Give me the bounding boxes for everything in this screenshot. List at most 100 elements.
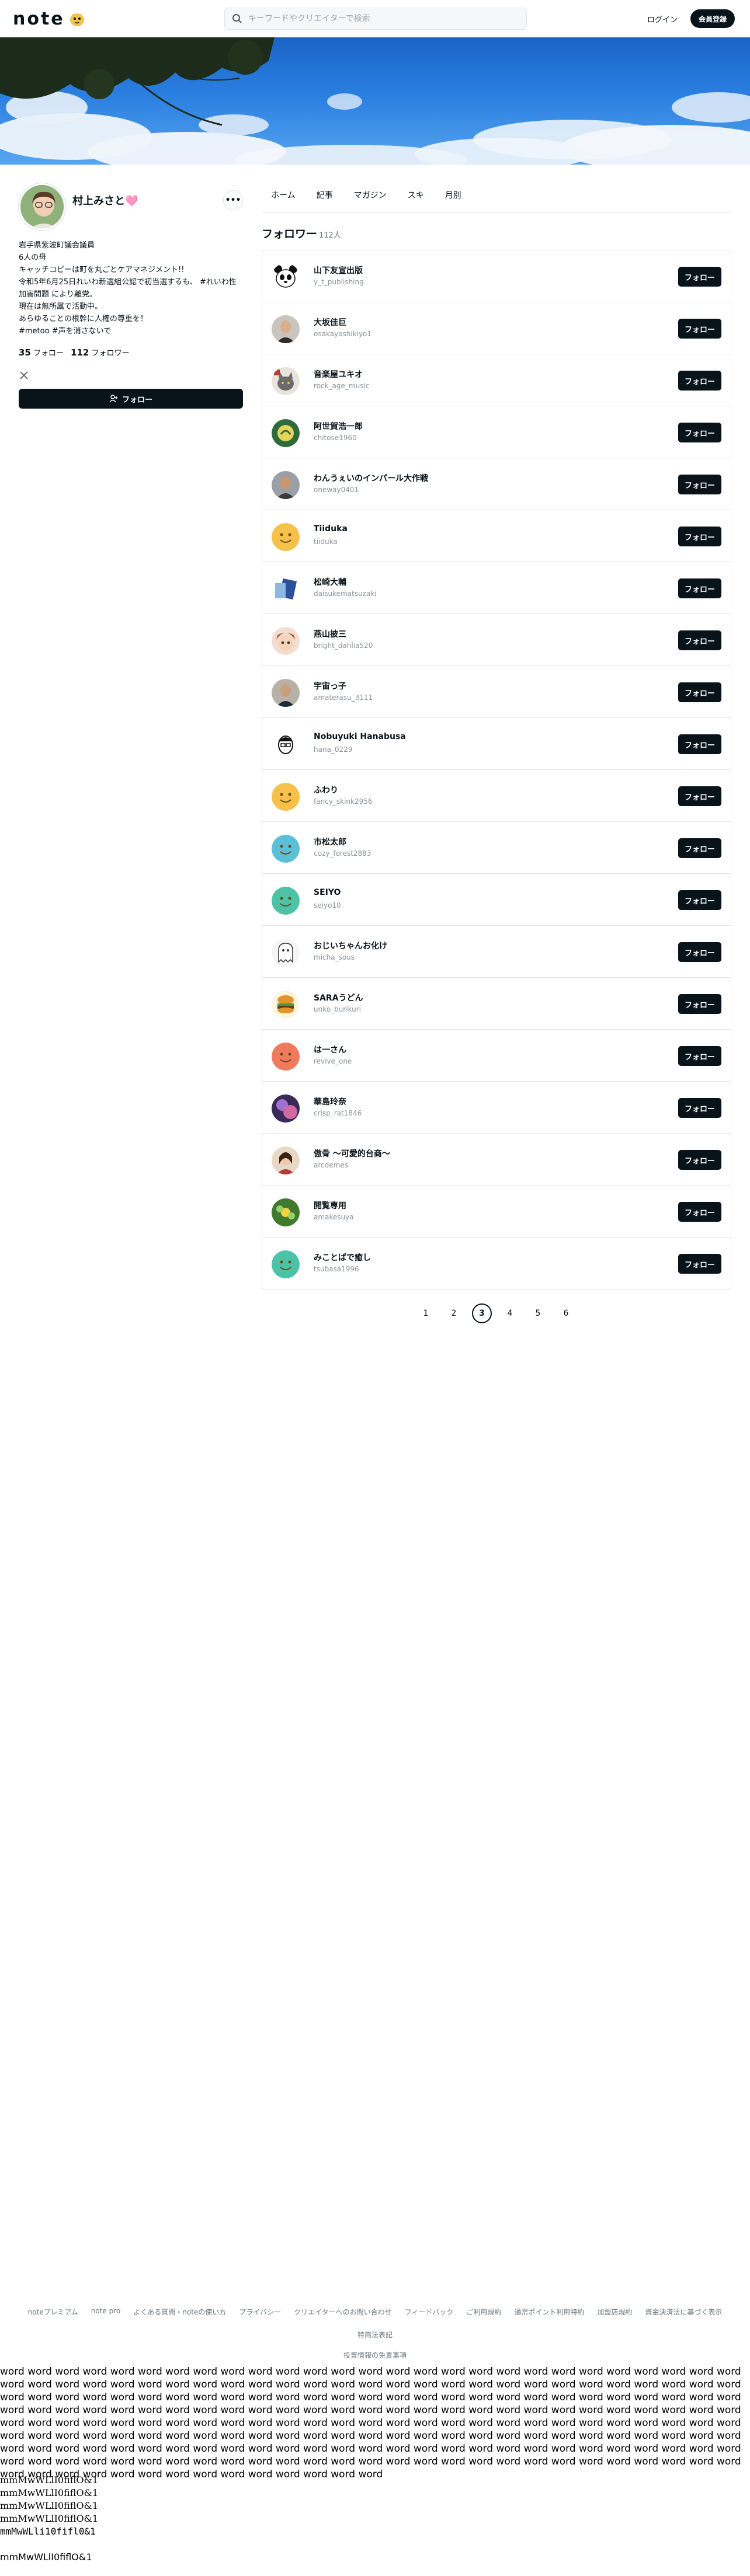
search-input[interactable] (248, 14, 505, 23)
page-link[interactable]: 4 (500, 1303, 520, 1323)
follower-row[interactable]: SARAうどん unko_burikuri フォロー (262, 978, 731, 1030)
follower-avatar[interactable] (272, 1250, 300, 1278)
follower-name[interactable]: Tiiduka (314, 524, 348, 534)
footer-link[interactable]: 通常ポイント利用特約 (514, 2307, 584, 2317)
follow-button[interactable]: フォロー (678, 1254, 721, 1274)
follower-row[interactable]: SEIYO seiyo10 フォロー (262, 874, 731, 926)
follower-avatar[interactable] (272, 471, 300, 499)
follower-avatar[interactable] (272, 419, 300, 447)
footer-link[interactable]: プライバシー (239, 2307, 281, 2317)
follower-row[interactable]: ふわり fancy_skink2956 フォロー (262, 770, 731, 822)
follower-avatar[interactable] (272, 1043, 300, 1071)
follower-name[interactable]: ふわり (314, 784, 338, 796)
follower-avatar[interactable] (272, 939, 300, 967)
follower-name[interactable]: みことばで癒し (314, 1252, 371, 1263)
follower-name[interactable]: 宇宙っ子 (314, 680, 346, 692)
follower-name[interactable]: Nobuyuki Hanabusa (314, 732, 406, 741)
follower-name[interactable]: 山下友宣出版 (314, 264, 363, 276)
follow-button[interactable]: フォロー (678, 682, 721, 702)
page-link[interactable]: 2 (444, 1303, 464, 1323)
tab-home[interactable]: ホーム (262, 183, 307, 212)
page-link[interactable]: 5 (528, 1303, 548, 1323)
follower-avatar[interactable] (272, 315, 300, 343)
follower-row[interactable]: は一さん revive_one フォロー (262, 1030, 731, 1082)
follower-avatar[interactable] (272, 731, 300, 759)
follower-row[interactable]: みことばで癒し tsubasa1996 フォロー (262, 1238, 731, 1289)
follower-row[interactable]: 山下友宣出版 y_t_publishing フォロー (262, 250, 731, 302)
follower-avatar[interactable] (272, 1146, 300, 1174)
follow-button[interactable]: フォロー (678, 1046, 721, 1066)
follower-row[interactable]: 市松太郎 cozy_forest2883 フォロー (262, 822, 731, 874)
follower-name[interactable]: 燕山披三 (314, 628, 346, 640)
tab-likes[interactable]: スキ (398, 183, 436, 212)
follower-row[interactable]: わんうぇいのインパール大作戦 oneway0401 フォロー (262, 458, 731, 510)
footer-link[interactable]: 特商法表記 (357, 2330, 393, 2340)
follow-button[interactable]: フォロー (678, 1150, 721, 1170)
follower-row[interactable]: 松崎大輔 daisukematsuzaki フォロー (262, 562, 731, 614)
follower-avatar[interactable] (272, 367, 300, 395)
follower-avatar[interactable] (272, 783, 300, 811)
follower-row[interactable]: 大坂佳巨 osakayoshikiyo1 フォロー (262, 302, 731, 354)
follower-row[interactable]: 音楽屋ユキオ rock_age_music フォロー (262, 354, 731, 406)
footer-link[interactable]: 投資情報の免責事項 (0, 2350, 750, 2360)
follow-button[interactable]: フォロー (678, 423, 721, 442)
x-social-icon[interactable] (20, 371, 28, 379)
follow-button[interactable]: フォロー (678, 578, 721, 598)
follow-button[interactable]: フォロー (678, 319, 721, 339)
follow-button[interactable]: フォロー (678, 942, 721, 962)
follower-row[interactable]: Tiiduka tiiduka フォロー (262, 510, 731, 562)
followers-link[interactable]: 112 フォロワー (71, 347, 129, 358)
more-options-button[interactable]: ••• (223, 190, 243, 210)
follow-button[interactable]: フォロー (678, 527, 721, 546)
follow-button[interactable]: フォロー (678, 1202, 721, 1222)
follower-row[interactable]: 閲覧専用 amakesuya フォロー (262, 1186, 731, 1238)
follower-avatar[interactable] (272, 523, 300, 551)
follower-name[interactable]: 大坂佳巨 (314, 316, 346, 328)
follower-avatar[interactable] (272, 679, 300, 707)
follow-button[interactable]: フォロー (678, 630, 721, 650)
follower-avatar[interactable] (272, 627, 300, 655)
footer-link[interactable]: よくある質問・noteの使い方 (133, 2307, 226, 2317)
follower-row[interactable]: 傲骨 ～可愛的台商～ arcdemes フォロー (262, 1134, 731, 1186)
follower-row[interactable]: 華島玲奈 crisp_rat1846 フォロー (262, 1082, 731, 1134)
tab-monthly[interactable]: 月別 (436, 183, 473, 212)
follower-name[interactable]: は一さん (314, 1044, 346, 1055)
follower-name[interactable]: SEIYO (314, 888, 341, 897)
follower-avatar[interactable] (272, 1198, 300, 1226)
footer-link[interactable]: note pro (91, 2307, 120, 2317)
search-box[interactable] (224, 8, 527, 30)
page-link[interactable]: 6 (556, 1303, 576, 1323)
follower-name[interactable]: 阿世賀浩一郎 (314, 420, 363, 432)
follower-name[interactable]: SARAうどん (314, 992, 363, 1003)
tab-magazine[interactable]: マガジン (345, 183, 398, 212)
footer-link[interactable]: フィードバック (405, 2307, 454, 2317)
page-link[interactable]: 3 (472, 1303, 492, 1323)
follower-avatar[interactable] (272, 887, 300, 915)
footer-link[interactable]: クリエイターへのお問い合わせ (294, 2307, 392, 2317)
page-link[interactable]: 1 (416, 1303, 436, 1323)
follower-name[interactable]: 傲骨 ～可愛的台商～ (314, 1148, 390, 1159)
follower-row[interactable]: 阿世賀浩一郎 chitose1960 フォロー (262, 406, 731, 458)
follower-name[interactable]: 華島玲奈 (314, 1096, 346, 1107)
follow-button[interactable]: フォロー (678, 734, 721, 754)
follower-row[interactable]: 燕山披三 bright_dahlia520 フォロー (262, 614, 731, 666)
follow-button[interactable]: フォロー (678, 838, 721, 858)
profile-follow-button[interactable]: フォロー (19, 389, 243, 409)
follower-name[interactable]: 音楽屋ユキオ (314, 368, 363, 380)
footer-link[interactable]: noteプレミアム (28, 2307, 78, 2317)
follow-button[interactable]: フォロー (678, 890, 721, 910)
follower-name[interactable]: おじいちゃんお化け (314, 940, 387, 951)
follow-button[interactable]: フォロー (678, 1098, 721, 1118)
follower-row[interactable]: Nobuyuki Hanabusa hana_0229 フォロー (262, 718, 731, 770)
follower-avatar[interactable] (272, 1094, 300, 1123)
follower-name[interactable]: わんうぇいのインパール大作戦 (314, 472, 428, 484)
note-logo[interactable]: note (13, 9, 86, 29)
follow-button[interactable]: フォロー (678, 267, 721, 287)
follower-avatar[interactable] (272, 575, 300, 603)
follower-name[interactable]: 松崎大輔 (314, 576, 346, 588)
footer-link[interactable]: ご利用規約 (466, 2307, 501, 2317)
footer-link[interactable]: 資金決済法に基づく表示 (645, 2307, 722, 2317)
follow-button[interactable]: フォロー (678, 371, 721, 391)
footer-link[interactable]: 加盟店規約 (597, 2307, 632, 2317)
login-button[interactable]: ログイン (643, 9, 682, 28)
